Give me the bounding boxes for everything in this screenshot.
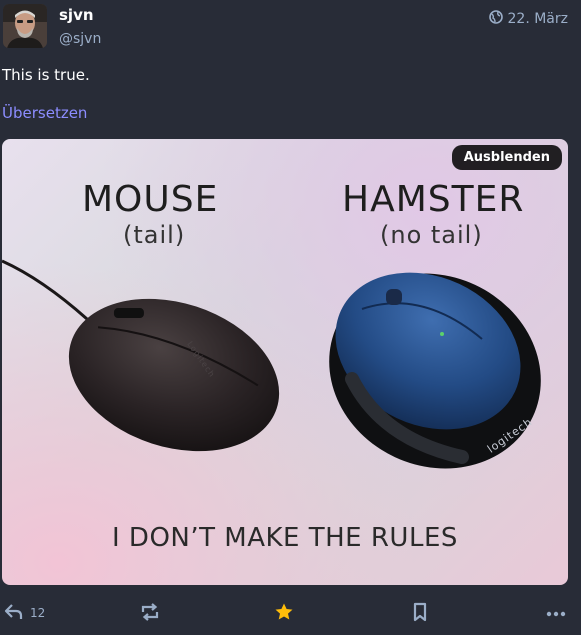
boost-icon <box>140 602 160 625</box>
media-attachment[interactable]: MOUSE (tail) HAMSTER (no tail) I DON’T M… <box>2 139 568 585</box>
hide-media-button[interactable]: Ausblenden <box>451 145 562 170</box>
favourite-button[interactable] <box>274 600 294 626</box>
reply-count: 12 <box>30 606 46 620</box>
boost-button[interactable] <box>140 600 160 626</box>
action-bar: 12 <box>0 598 581 628</box>
more-button[interactable] <box>546 600 566 626</box>
bookmark-button[interactable] <box>412 600 428 626</box>
avatar-image <box>3 4 47 48</box>
bookmark-icon <box>412 602 428 625</box>
globe-icon <box>488 10 503 28</box>
avatar[interactable] <box>3 4 47 48</box>
author-handle[interactable]: @sjvn <box>59 31 101 47</box>
author-display-name[interactable]: sjvn <box>59 6 94 24</box>
reply-button[interactable]: 12 <box>4 600 45 626</box>
left-subtitle: (tail) <box>123 221 186 249</box>
post-timestamp: 22. März <box>507 11 568 27</box>
post-timestamp-area[interactable]: 22. März <box>488 10 568 28</box>
right-subtitle: (no tail) <box>380 221 483 249</box>
reply-icon <box>4 603 24 624</box>
left-title: MOUSE <box>82 179 219 220</box>
star-icon <box>274 602 294 625</box>
right-title: HAMSTER <box>342 179 525 220</box>
translate-link[interactable]: Übersetzen <box>2 104 87 122</box>
more-icon <box>546 606 566 620</box>
bottom-caption: I DON’T MAKE THE RULES <box>112 523 458 553</box>
wired-mouse <box>68 298 280 452</box>
post-text: This is true. <box>2 66 90 84</box>
wireless-mouse <box>329 272 541 469</box>
